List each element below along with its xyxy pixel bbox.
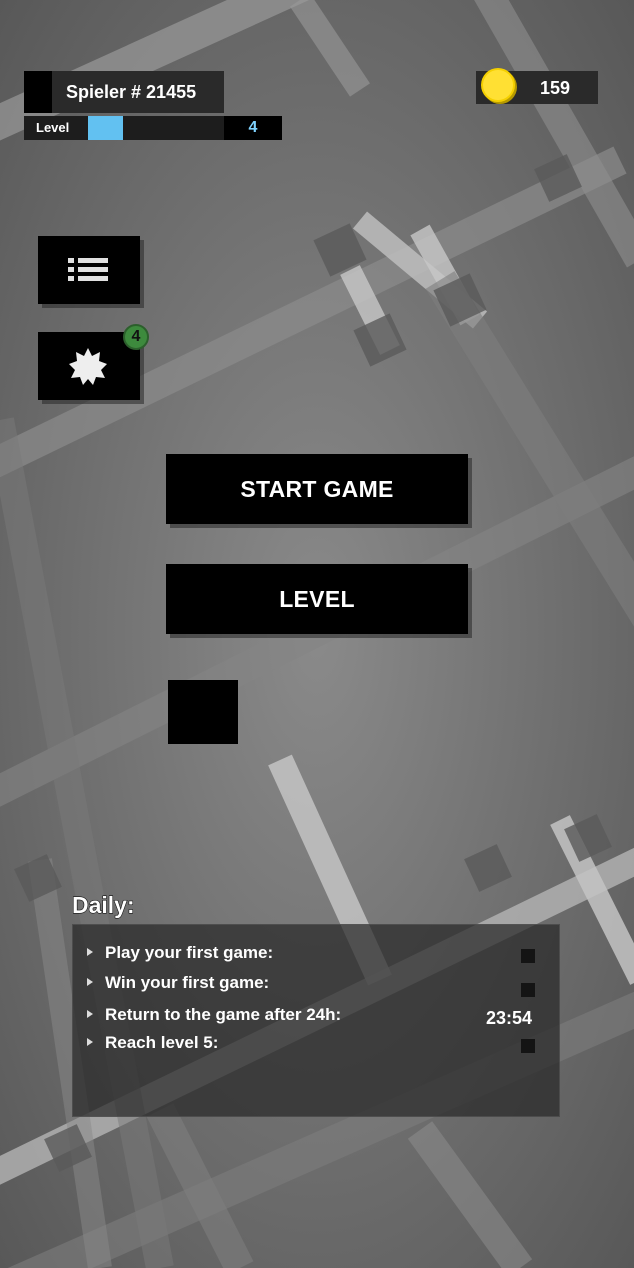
start-game-button[interactable]: START GAME: [166, 454, 468, 524]
menu-button[interactable]: [38, 236, 140, 304]
daily-task: Reach level 5:: [87, 1033, 218, 1053]
list-icon: [68, 258, 108, 281]
player-info: Spieler # 21455: [24, 71, 224, 113]
daily-task-label: Reach level 5:: [105, 1033, 219, 1052]
daily-title: Daily:: [72, 892, 136, 919]
daily-task-label: Play your first game:: [105, 943, 274, 962]
extra-button[interactable]: [168, 680, 238, 744]
star-badge-icon: [69, 348, 107, 385]
notification-badge: 4: [123, 324, 149, 350]
level-progress-bar: Level 4: [24, 116, 282, 140]
daily-task: Play your first game:: [87, 943, 273, 963]
task-checkbox: [521, 983, 535, 997]
daily-task-label: Return to the game after 24h:: [105, 1005, 342, 1024]
daily-task: Win your first game:: [87, 973, 269, 993]
bullet-icon: [87, 1037, 93, 1046]
player-avatar: [24, 71, 52, 113]
daily-task-label: Win your first game:: [105, 973, 270, 992]
daily-timer: 23:54: [486, 1008, 533, 1028]
level-progress-fill: [88, 116, 123, 140]
task-checkbox: [521, 1039, 535, 1053]
level-button[interactable]: LEVEL: [166, 564, 468, 634]
coin-value: 159: [540, 78, 571, 98]
coin-counter: 159: [476, 68, 598, 104]
bullet-icon: [87, 1009, 93, 1018]
daily-task: Return to the game after 24h:: [87, 1005, 341, 1025]
level-label: Level: [36, 120, 70, 135]
level-value: 4: [248, 119, 258, 136]
bullet-icon: [87, 947, 93, 956]
level-value-box: 4: [224, 116, 282, 140]
player-name: Spieler # 21455: [66, 82, 197, 102]
coin-icon: [481, 68, 517, 104]
bullet-icon: [87, 977, 93, 986]
daily-panel: Play your first game: Win your first gam…: [72, 924, 560, 1117]
task-checkbox: [521, 949, 535, 963]
